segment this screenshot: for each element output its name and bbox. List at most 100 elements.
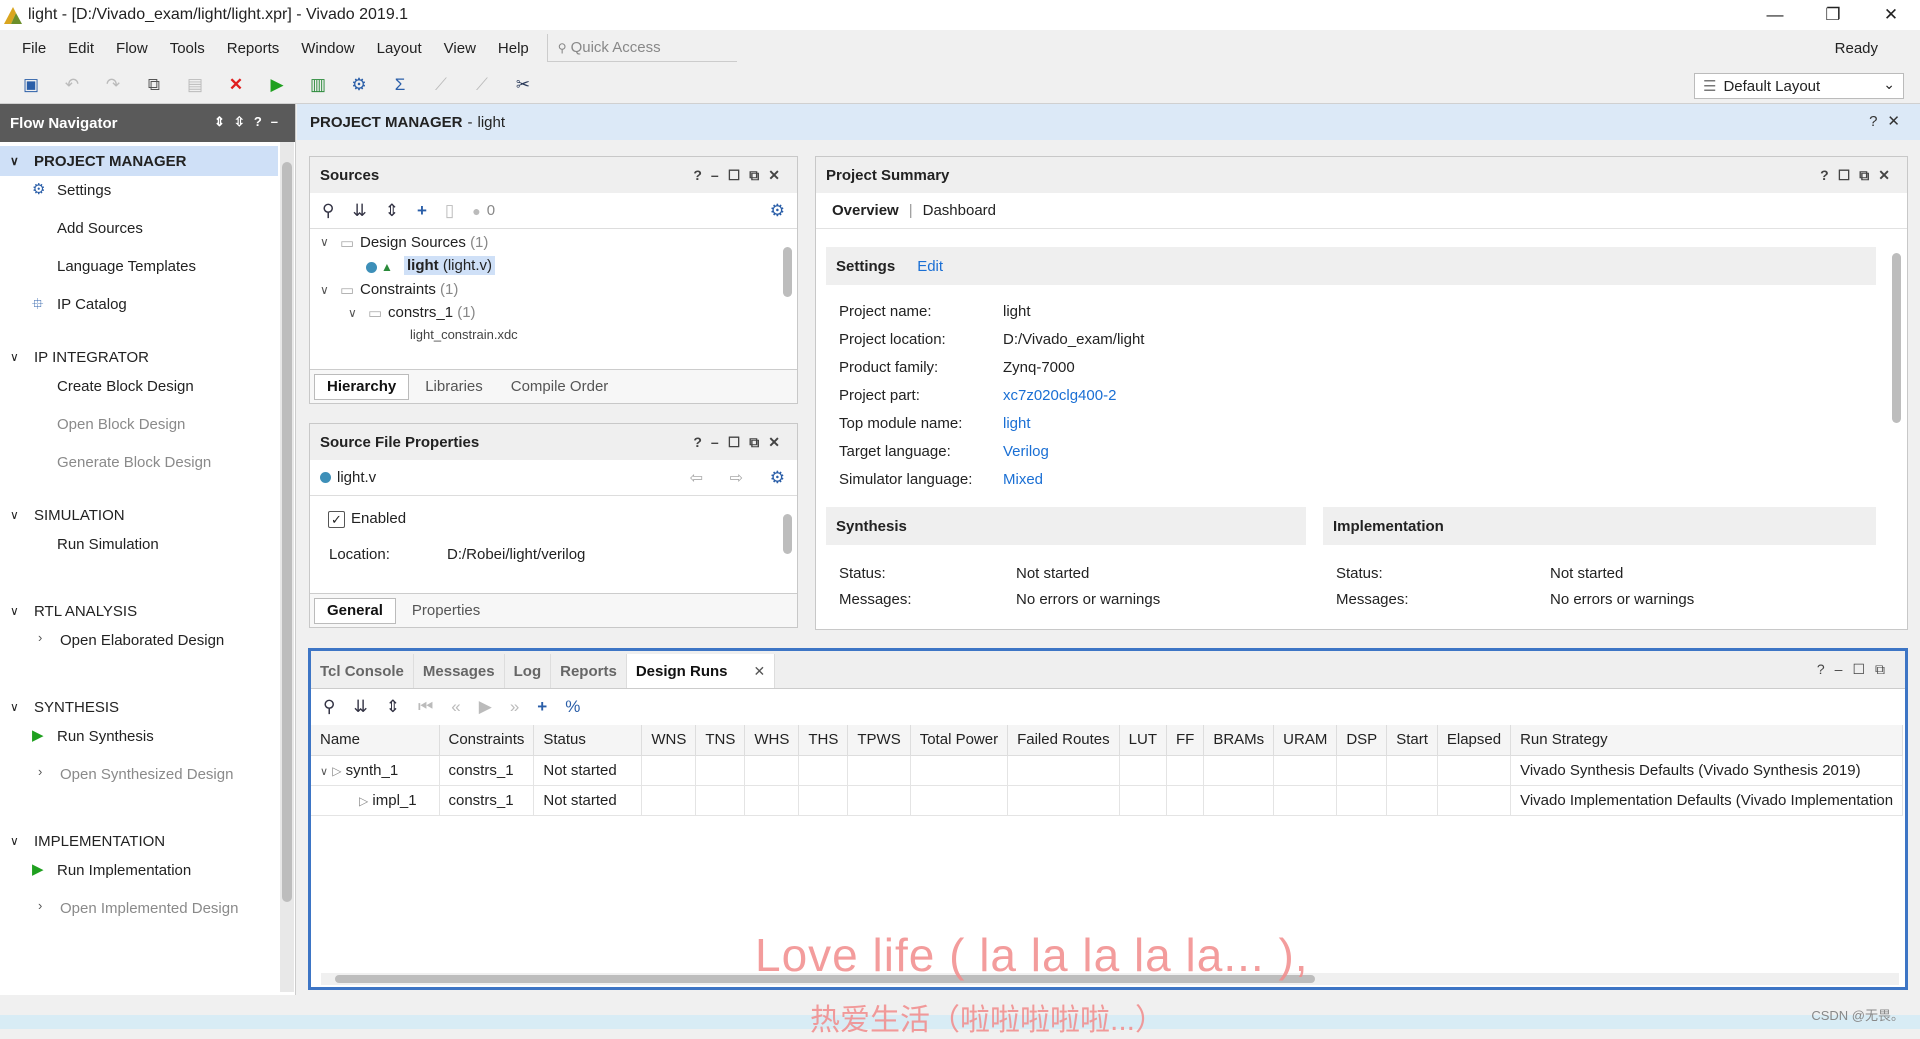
nav-run-synthesis[interactable]: Run Synthesis	[57, 728, 154, 745]
nav-open-elaborated-design[interactable]: Open Elaborated Design	[60, 632, 224, 649]
target-language-link[interactable]: Verilog	[1003, 443, 1049, 460]
column-header[interactable]: Elapsed	[1437, 725, 1512, 756]
nav-run-implementation[interactable]: Run Implementation	[57, 862, 191, 879]
column-header[interactable]: Status	[533, 725, 643, 756]
column-header[interactable]: Name	[311, 725, 440, 756]
open-project-icon[interactable]: ▣	[18, 72, 44, 98]
sources-scrollbar[interactable]	[781, 229, 795, 333]
tab-messages[interactable]: Messages	[414, 654, 505, 688]
section-implementation[interactable]: ∨ IMPLEMENTATION	[0, 826, 278, 856]
menu-layout[interactable]: Layout	[377, 40, 422, 57]
top-module-link[interactable]: light	[1003, 415, 1031, 432]
panel-controls[interactable]: ?–☐⧉	[1817, 661, 1895, 678]
nav-language-templates[interactable]: Language Templates	[57, 258, 196, 275]
gear-icon[interactable]: ⚙	[770, 201, 785, 221]
menu-view[interactable]: View	[444, 40, 476, 57]
scrollbar-thumb[interactable]	[783, 247, 792, 297]
summary-scrollbar[interactable]	[1890, 239, 1904, 623]
redo-icon[interactable]: ↷	[100, 72, 126, 98]
menu-reports[interactable]: Reports	[227, 40, 280, 57]
tab-log[interactable]: Log	[505, 654, 552, 688]
nav-open-implemented-design[interactable]: Open Implemented Design	[60, 900, 238, 917]
tab-reports[interactable]: Reports	[551, 654, 627, 688]
gear-icon[interactable]: ⚙	[770, 468, 785, 488]
tab-compile-order[interactable]: Compile Order	[499, 374, 621, 400]
panel-controls[interactable]: ?–☐⧉✕	[693, 167, 789, 184]
sigma-icon[interactable]: Σ	[387, 72, 413, 98]
chevron-right-icon[interactable]: ›	[38, 898, 42, 913]
forward-arrow-icon[interactable]: ⇨	[730, 468, 743, 488]
paste-icon[interactable]: ▤	[182, 72, 208, 98]
column-header[interactable]: LUT	[1119, 725, 1168, 756]
tab-dashboard[interactable]: Dashboard	[923, 202, 996, 219]
simulator-language-link[interactable]: Mixed	[1003, 471, 1043, 488]
previous-icon[interactable]: «	[451, 697, 460, 717]
chevron-down-icon[interactable]: ∨	[348, 306, 357, 320]
settings-icon[interactable]: ⚙	[346, 72, 372, 98]
menu-edit[interactable]: Edit	[68, 40, 94, 57]
tree-xdc-file[interactable]: light_constrain.xdc	[410, 327, 518, 342]
add-icon[interactable]: +	[537, 697, 547, 717]
waveform-icon[interactable]: ⟋	[428, 72, 454, 98]
menu-help[interactable]: Help	[498, 40, 529, 57]
tree-design-sources[interactable]: Design Sources (1)	[360, 234, 488, 251]
close-icon[interactable]: ✕	[754, 663, 766, 680]
project-part-link[interactable]: xc7z020clg400-2	[1003, 387, 1116, 404]
column-header[interactable]: WHS	[744, 725, 800, 756]
copy-icon[interactable]: ⧉	[141, 72, 167, 98]
column-header[interactable]: FF	[1166, 725, 1205, 756]
tree-constraints[interactable]: Constraints (1)	[360, 281, 458, 298]
tab-general[interactable]: General	[314, 597, 396, 624]
tools-icon[interactable]: ✂	[510, 72, 536, 98]
column-header[interactable]: DSP	[1336, 725, 1388, 756]
tab-tcl-console[interactable]: Tcl Console	[311, 654, 414, 688]
run-name-cell[interactable]: ▷ impl_1	[311, 785, 440, 816]
enabled-checkbox[interactable]: ✓ Enabled	[328, 510, 406, 528]
nav-open-block-design[interactable]: Open Block Design	[57, 416, 185, 433]
tab-design-runs[interactable]: Design Runs ✕	[626, 654, 776, 688]
first-icon[interactable]: ⏮	[418, 697, 433, 717]
column-header[interactable]: Total Power	[910, 725, 1009, 756]
collapse-all-icon[interactable]: ⇊	[353, 697, 367, 717]
next-icon[interactable]: »	[510, 697, 519, 717]
nav-add-sources[interactable]: Add Sources	[57, 220, 143, 237]
table-row[interactable]: ▷ impl_1 constrs_1 Not started Vivado Im…	[311, 785, 1904, 816]
search-icon[interactable]: ⚲	[322, 201, 334, 221]
delete-icon[interactable]: ✕	[223, 72, 249, 98]
chevron-right-icon[interactable]: ›	[38, 630, 42, 645]
nav-create-block-design[interactable]: Create Block Design	[57, 378, 194, 395]
scrollbar-thumb[interactable]	[783, 514, 792, 554]
chevron-down-icon[interactable]: ∨	[320, 235, 329, 249]
menu-flow[interactable]: Flow	[116, 40, 148, 57]
nav-open-synthesized-design[interactable]: Open Synthesized Design	[60, 766, 233, 783]
section-project-manager[interactable]: ∨ PROJECT MANAGER	[0, 146, 278, 176]
column-header[interactable]: Failed Routes	[1007, 725, 1120, 756]
tree-top-module[interactable]: light (light.v)	[404, 256, 496, 275]
chevron-right-icon[interactable]: ›	[38, 764, 42, 779]
flow-navigator-scrollbar[interactable]	[280, 142, 294, 992]
restore-button[interactable]: ❐	[1804, 0, 1862, 30]
section-ip-integrator[interactable]: ∨ IP INTEGRATOR	[0, 342, 278, 372]
close-window-button[interactable]: ✕	[1862, 0, 1920, 30]
menu-file[interactable]: File	[22, 40, 46, 57]
column-header[interactable]: Constraints	[439, 725, 535, 756]
tab-libraries[interactable]: Libraries	[413, 374, 495, 400]
tab-overview[interactable]: Overview	[832, 202, 899, 219]
run-name-cell[interactable]: ∨ ▷ synth_1	[311, 755, 440, 786]
scrollbar-thumb[interactable]	[282, 162, 292, 902]
scrollbar-thumb[interactable]	[1892, 253, 1901, 423]
add-icon[interactable]: +	[417, 201, 427, 221]
layout-select[interactable]: ☰ Default Layout ⌄	[1694, 73, 1904, 99]
help-doc-icon[interactable]: ▯	[445, 201, 454, 221]
search-icon[interactable]: ⚲	[323, 697, 335, 717]
play-icon[interactable]: ▶	[479, 697, 492, 717]
column-header[interactable]: BRAMs	[1203, 725, 1275, 756]
percent-icon[interactable]: %	[565, 697, 580, 717]
source-props-scrollbar[interactable]	[781, 496, 795, 586]
section-rtl-analysis[interactable]: ∨ RTL ANALYSIS	[0, 596, 278, 626]
nav-generate-block-design[interactable]: Generate Block Design	[57, 454, 211, 471]
minimize-button[interactable]: —	[1746, 0, 1804, 30]
header-controls[interactable]: ?✕	[1869, 112, 1910, 130]
table-row[interactable]: ∨ ▷ synth_1 constrs_1 Not started Vivado…	[311, 755, 1904, 786]
menu-window[interactable]: Window	[301, 40, 354, 57]
